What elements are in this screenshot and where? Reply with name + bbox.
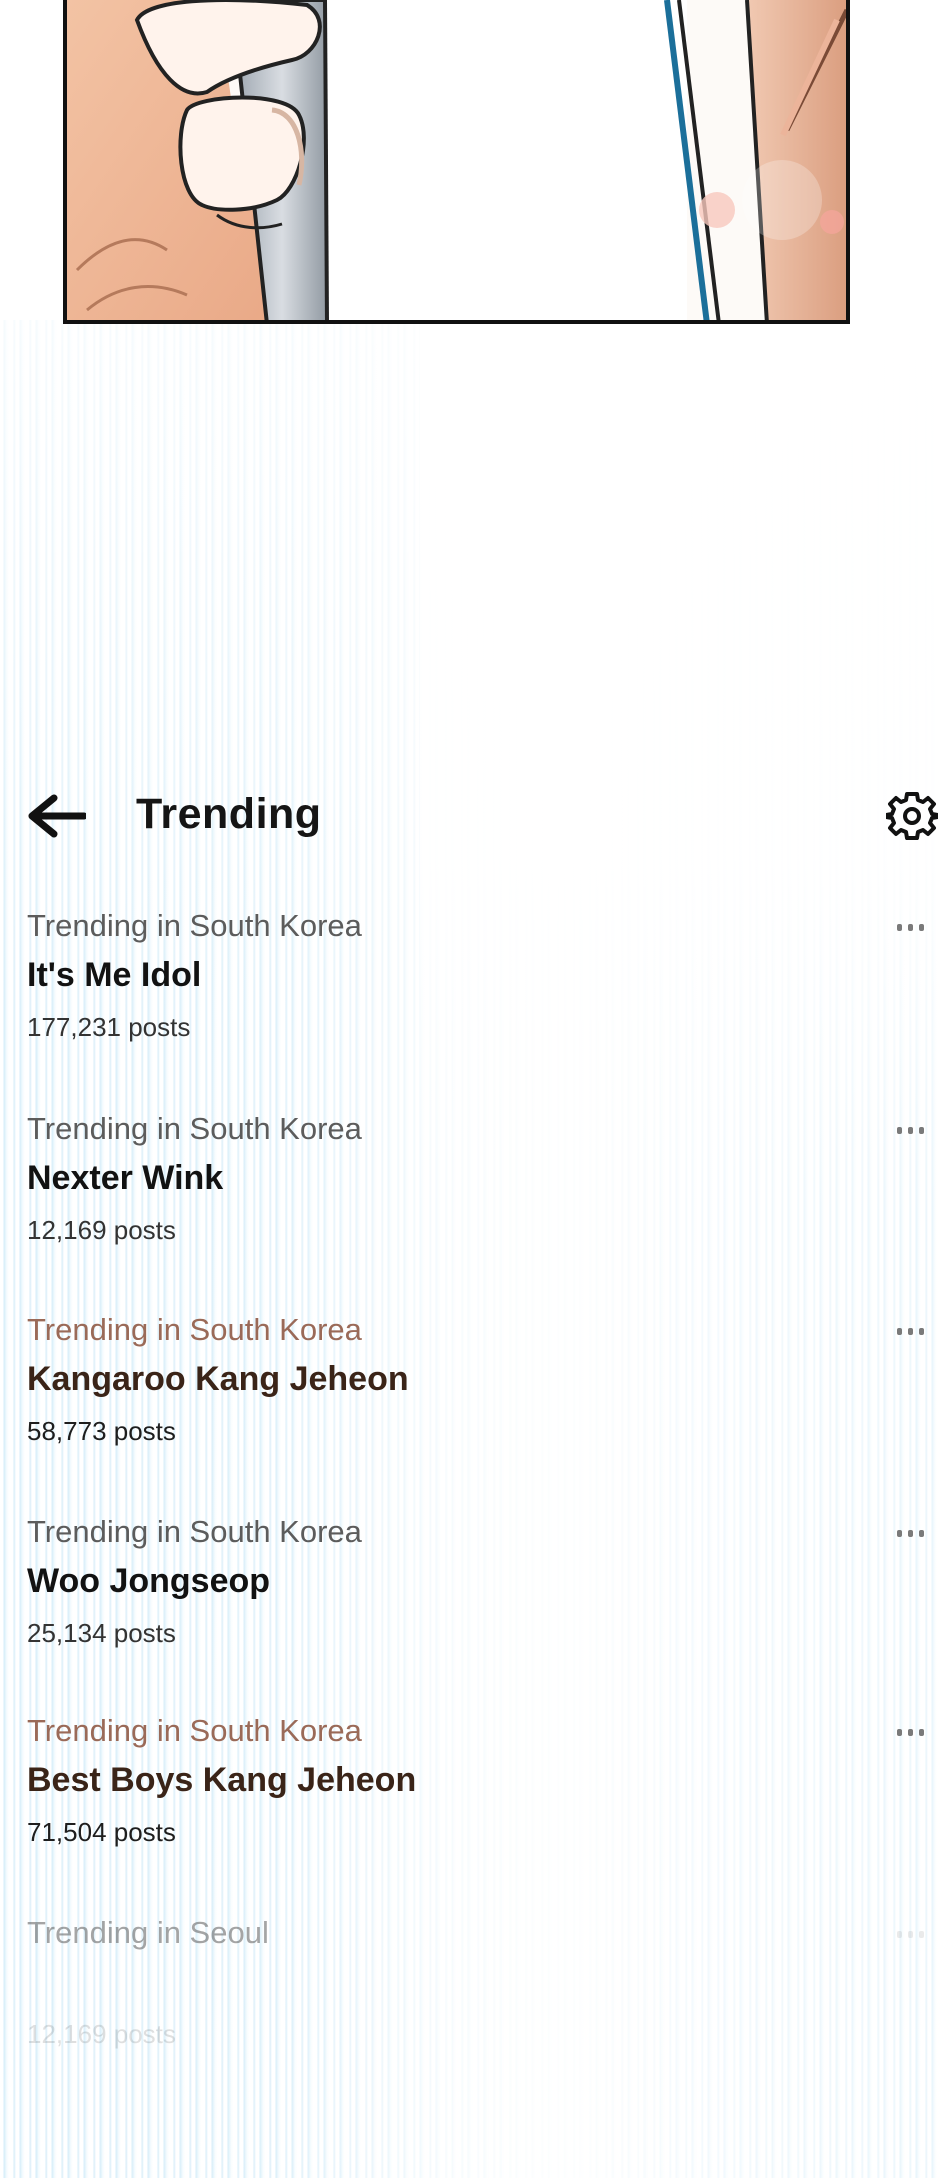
more-horizontal-icon[interactable] [895, 920, 935, 934]
arrow-left-icon[interactable] [28, 794, 86, 838]
trend-context: Trending in South Korea [27, 1111, 362, 1146]
trend-post-count: 12,169 posts [27, 1215, 176, 1245]
trend-item[interactable]: Trending in Seoul 12,169 posts [0, 1915, 939, 2105]
more-horizontal-icon[interactable] [895, 1927, 935, 1941]
trend-item[interactable]: Trending in South Korea Nexter Wink 12,1… [0, 1111, 939, 1301]
trend-context: Trending in South Korea [27, 1713, 362, 1748]
trend-item[interactable]: Trending in South Korea It's Me Idol 177… [0, 908, 939, 1098]
trend-item[interactable]: Trending in South Korea Woo Jongseop 25,… [0, 1514, 939, 1704]
comic-panel-illustration [63, 0, 850, 324]
more-horizontal-icon[interactable] [895, 1526, 935, 1540]
trend-item[interactable]: Trending in South Korea Kangaroo Kang Je… [0, 1312, 939, 1502]
trend-context: Trending in South Korea [27, 908, 362, 943]
trend-post-count: 58,773 posts [27, 1416, 176, 1446]
trend-post-count: 71,504 posts [27, 1817, 176, 1847]
trend-name: Best Boys Kang Jeheon [27, 1761, 417, 1799]
trend-context: Trending in South Korea [27, 1514, 362, 1549]
more-horizontal-icon[interactable] [895, 1123, 935, 1137]
trend-post-count: 25,134 posts [27, 1618, 176, 1648]
trend-post-count: 177,231 posts [27, 1012, 191, 1042]
trend-post-count: 12,169 posts [27, 2019, 176, 2049]
page-title: Trending [136, 790, 322, 838]
gear-icon[interactable] [886, 790, 938, 842]
trend-context: Trending in South Korea [27, 1312, 362, 1347]
more-horizontal-icon[interactable] [895, 1324, 935, 1338]
more-horizontal-icon[interactable] [895, 1725, 935, 1739]
trend-name: Nexter Wink [27, 1159, 224, 1197]
trend-name: It's Me Idol [27, 956, 202, 994]
trend-name: Woo Jongseop [27, 1562, 271, 1600]
trend-name: Kangaroo Kang Jeheon [27, 1360, 409, 1398]
trend-context: Trending in Seoul [27, 1915, 269, 1950]
app-header: Trending [0, 780, 939, 850]
trend-item[interactable]: Trending in South Korea Best Boys Kang J… [0, 1713, 939, 1903]
screen: Trending Trending in South Korea It's Me… [0, 0, 939, 2178]
